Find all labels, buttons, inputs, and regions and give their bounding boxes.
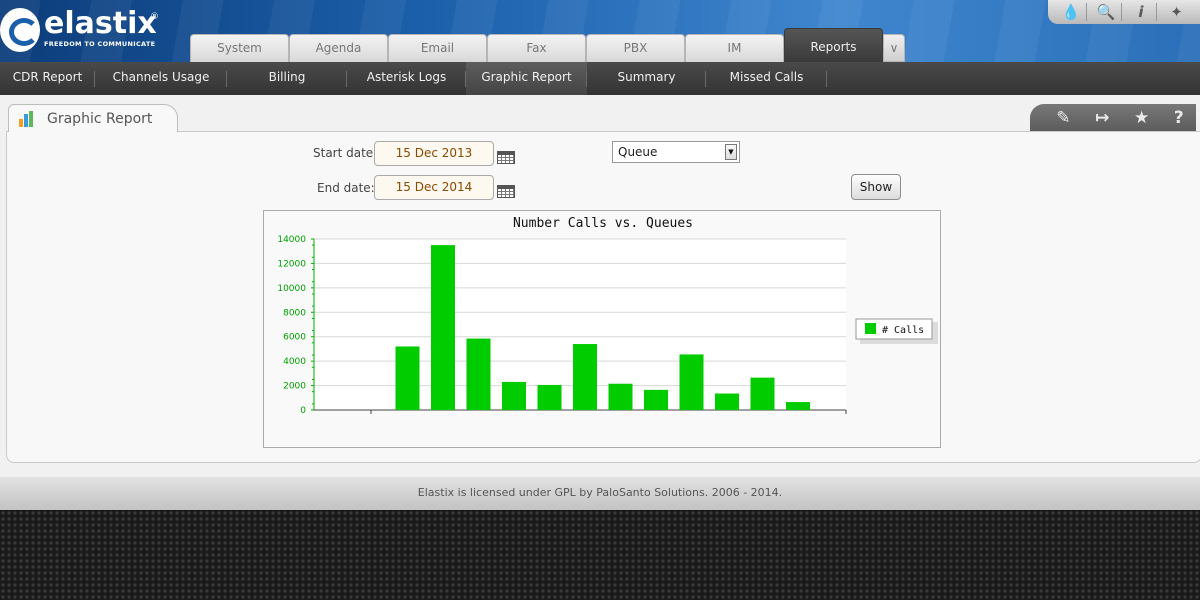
brand-name: elastix	[44, 6, 157, 41]
module-actions: ✎ ↦ ★ ?	[1030, 104, 1196, 132]
chart-bar	[644, 389, 668, 410]
brand-registered: ®	[150, 12, 159, 22]
edit-icon[interactable]: ✎	[1056, 108, 1070, 128]
tab-email[interactable]: Email	[388, 34, 487, 62]
help-icon[interactable]: ?	[1174, 108, 1184, 128]
report-panel: Start date: 15 Dec 2013 End date: 15 Dec…	[6, 131, 1200, 463]
search-icon[interactable]: 🔍	[1092, 3, 1122, 21]
chart-y-tick-label: 0	[300, 406, 306, 416]
chart-bar	[715, 393, 739, 410]
chart-y-tick-label: 14000	[277, 235, 306, 245]
bar-chart-icon	[19, 111, 37, 127]
chart-legend-swatch	[865, 323, 876, 334]
app-header: elastix ® FREEDOM TO COMMUNICATE 💧 🔍 i ✦…	[0, 0, 1200, 62]
calls-vs-queues-chart: Number Calls vs. Queues 0 2000 4000 6000 8000…	[263, 210, 941, 448]
elastix-logo-icon	[0, 8, 40, 52]
tab-agenda[interactable]: Agenda	[289, 34, 388, 62]
subnav-item-cdr-report[interactable]: CDR Report	[0, 62, 95, 95]
more-tabs-chevron-down-icon[interactable]: ∨	[883, 34, 905, 62]
puzzle-icon[interactable]: ✦	[1162, 3, 1192, 21]
top-toolbar: 💧 🔍 i ✦	[1048, 0, 1200, 24]
chart-bar	[679, 354, 704, 410]
chart-y-tick-label: 6000	[283, 333, 306, 343]
subnav-item-billing[interactable]: Billing	[227, 62, 347, 95]
start-date-calendar-icon[interactable]	[497, 151, 515, 164]
module-tab: Graphic Report	[8, 104, 178, 132]
chart-y-tick-label: 10000	[277, 284, 306, 294]
chart-bar	[466, 338, 491, 410]
chart-svg: Number Calls vs. Queues 0 2000 4000 6000 8000…	[277, 216, 938, 416]
main-tabs: System Agenda Email Fax PBX IM Reports ∨	[190, 28, 905, 62]
chart-bar	[502, 381, 526, 410]
info-icon[interactable]: i	[1127, 3, 1157, 21]
show-button[interactable]: Show	[851, 174, 901, 200]
tab-pbx[interactable]: PBX	[586, 34, 685, 62]
subnav-item-summary[interactable]: Summary	[587, 62, 706, 95]
footer: Elastix is licensed under GPL by PaloSan…	[0, 477, 1200, 510]
tab-im[interactable]: IM	[685, 34, 784, 62]
subnav-item-missed-calls[interactable]: Missed Calls	[706, 62, 827, 95]
chart-legend-label: # Calls	[882, 325, 924, 336]
chart-bar	[537, 384, 562, 410]
drop-icon[interactable]: 💧	[1057, 3, 1087, 21]
subnav-item-asterisk-logs[interactable]: Asterisk Logs	[347, 62, 466, 95]
tab-reports[interactable]: Reports	[784, 28, 883, 62]
content-area: Graphic Report ✎ ↦ ★ ? Start date: 15 De…	[0, 95, 1200, 477]
start-date-field[interactable]: 15 Dec 2013	[374, 141, 494, 166]
queue-select-value: Queue	[618, 145, 658, 159]
chart-y-tick-label: 8000	[283, 308, 306, 318]
subnav-item-channels-usage[interactable]: Channels Usage	[95, 62, 227, 95]
footer-license-text: Elastix is licensed under GPL by PaloSan…	[417, 486, 783, 499]
subnav-item-graphic-report[interactable]: Graphic Report	[466, 62, 587, 95]
chart-y-tick-label: 2000	[283, 382, 306, 392]
module-title: Graphic Report	[47, 111, 153, 127]
export-icon[interactable]: ↦	[1095, 108, 1109, 128]
select-arrow-icon: ▼	[725, 144, 737, 160]
chart-bar	[395, 346, 420, 410]
chart-bar	[573, 344, 597, 410]
chart-title: Number Calls vs. Queues	[513, 216, 693, 231]
chart-y-tick-label: 12000	[277, 259, 306, 269]
tab-system[interactable]: System	[190, 34, 289, 62]
end-date-calendar-icon[interactable]	[497, 185, 515, 198]
chart-bar	[786, 402, 810, 410]
brand-tagline: FREEDOM TO COMMUNICATE	[44, 40, 156, 48]
chart-bar	[608, 383, 633, 410]
reports-subnav: CDR Report Channels Usage Billing Asteri…	[0, 62, 1200, 95]
queue-select[interactable]: Queue ▼	[612, 141, 740, 163]
tab-fax[interactable]: Fax	[487, 34, 586, 62]
end-date-field[interactable]: 15 Dec 2014	[374, 175, 494, 200]
chart-y-tick-label: 4000	[283, 357, 306, 367]
elastix-logo[interactable]: elastix ® FREEDOM TO COMMUNICATE	[0, 4, 170, 56]
start-date-label: Start date:	[313, 146, 378, 160]
chart-bar	[431, 245, 455, 410]
chart-bar	[750, 377, 775, 410]
star-icon[interactable]: ★	[1134, 108, 1149, 128]
end-date-label: End date:	[317, 181, 375, 195]
